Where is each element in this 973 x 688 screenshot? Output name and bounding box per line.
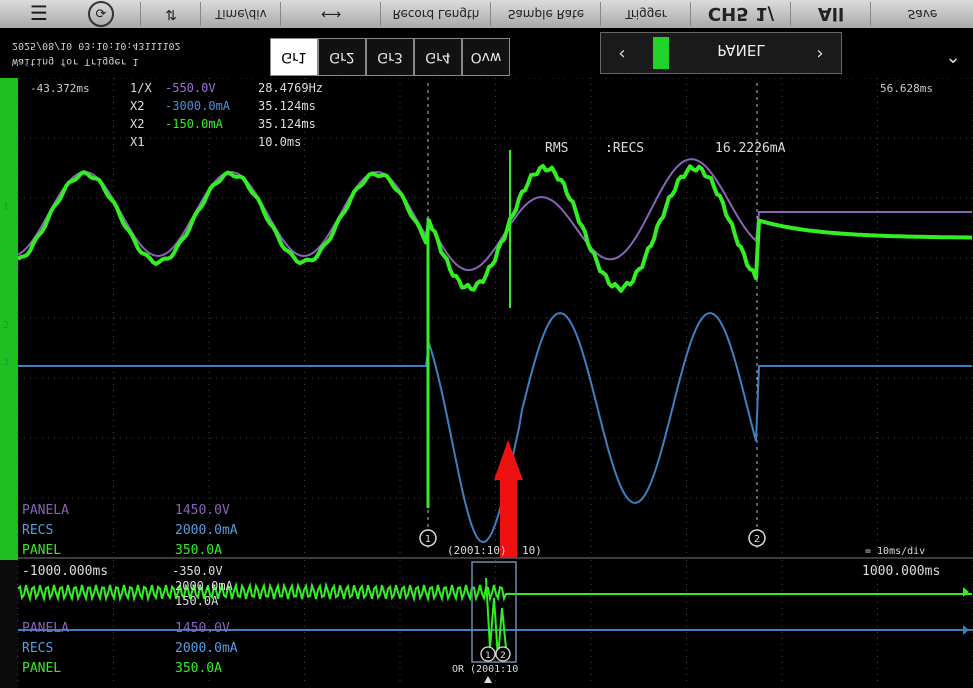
svg-text:1450.0V: 1450.0V — [175, 503, 230, 518]
prev-panel-button[interactable]: ‹ — [605, 37, 639, 69]
zoom-suffix-label: 10) — [522, 544, 542, 557]
time-div-readout: = 10ms/div — [865, 546, 925, 557]
svg-text:350.0A: 350.0A — [175, 543, 222, 558]
svg-text:PANEL: PANEL — [22, 661, 61, 676]
svg-text:350.0A: 350.0A — [175, 661, 222, 676]
svg-text:PANELA: PANELA — [22, 503, 69, 518]
panel-selector: ‹ PANEL › — [600, 32, 842, 74]
marker-label-recs: :RECS — [605, 141, 644, 156]
blue-waveform — [18, 312, 972, 544]
cursor-marker-b[interactable]: 2 — [748, 529, 766, 547]
overview-end-marker-blue — [963, 625, 969, 635]
svg-text:2: 2 — [500, 651, 506, 661]
time-left-label: -43.372ms — [30, 82, 90, 95]
all-button[interactable]: All — [790, 2, 871, 26]
channel-marker-3: 3 — [3, 357, 9, 368]
channel-marker-2: 2 — [3, 320, 9, 331]
cursor-readout: 1/X -550.0V 28.4769Hz X2 -3000.0mA 35.12… — [130, 81, 323, 149]
svg-text:PANELA: PANELA — [22, 621, 69, 636]
marker-label-rms: RMS — [545, 141, 568, 156]
channel-side-bar — [0, 78, 18, 560]
readout-label-4: X1 — [130, 135, 144, 149]
svg-text:2000.0mA: 2000.0mA — [175, 523, 238, 538]
cursor-marker-a[interactable]: 1 — [419, 529, 437, 547]
overview-scale-top: -350.0V — [172, 564, 223, 578]
overview-side-bar — [0, 560, 18, 688]
svg-text:1: 1 — [425, 534, 431, 545]
channel-button[interactable]: CH5 1/ — [690, 2, 791, 26]
readout-value-4: 10.0ms — [258, 135, 301, 149]
marker-label-value: 16.2226mA — [715, 141, 786, 156]
readout-label-3: X2 — [130, 117, 144, 131]
overview-mini-labels: 2000.0mA 150.0A — [175, 579, 234, 608]
svg-text:PANEL: PANEL — [22, 543, 61, 558]
zoom-ratio-label: (2001:10) — [447, 544, 507, 557]
overview-time-left: -1000.000ms — [22, 564, 108, 579]
overview-zoom-label: OR (2001:10 — [452, 664, 518, 675]
overview-position-marker[interactable] — [484, 676, 492, 683]
panel-label: PANEL — [717, 41, 765, 59]
overview-cursor-b[interactable]: 2 — [495, 646, 511, 662]
readout-label-2: X2 — [130, 99, 144, 113]
tab-group-4[interactable]: Gr4 — [414, 38, 462, 76]
readout-value-2: -3000.0mA — [165, 99, 231, 113]
history-icon[interactable]: ⟳ — [88, 1, 114, 27]
tab-group-2[interactable]: Gr2 — [318, 38, 366, 76]
svg-text:1450.0V: 1450.0V — [175, 621, 230, 636]
panel-color-indicator — [653, 37, 669, 69]
svg-text:2000.0mA: 2000.0mA — [175, 641, 238, 656]
svg-text:1: 1 — [485, 651, 491, 661]
channel-marker-1: 1 — [3, 202, 9, 213]
overview-cursor-a[interactable]: 1 — [480, 646, 496, 662]
double-arrow-icon[interactable]: ⟷ — [280, 2, 381, 26]
waveform-display[interactable]: 1 2 3 -43.372ms 56.628ms 1/X -550.0V 28.… — [0, 78, 973, 688]
tab-overview[interactable]: Ovw — [462, 38, 510, 76]
svg-text:150.0A: 150.0A — [175, 594, 219, 608]
main-grid — [17, 78, 973, 559]
tab-group-3[interactable]: Gr3 — [366, 38, 414, 76]
time-div-button[interactable]: Time/div — [200, 2, 281, 26]
svg-text:2: 2 — [754, 534, 760, 545]
trigger-button[interactable]: Trigger — [600, 2, 691, 26]
save-button[interactable]: Save — [870, 2, 973, 26]
readout-extra-1: 28.4769Hz — [258, 81, 323, 95]
datetime-text: 2025/08/10 03:10:10:43111102 — [12, 40, 181, 51]
marker-readout: RMS :RECS 16.2226mA — [545, 141, 786, 156]
readout-label-1: 1/X — [130, 81, 152, 95]
readout-extra-3: 35.124ms — [258, 117, 316, 131]
record-length-button[interactable]: Record Length — [380, 2, 491, 26]
svg-text:RECS: RECS — [22, 523, 53, 538]
menu-icon[interactable]: ☰ — [26, 1, 52, 25]
next-panel-button[interactable]: › — [803, 37, 837, 69]
toolbar: ☰ ⟳ ⇵ Time/div ⟷ Record Length Sample Ra… — [0, 0, 973, 29]
sample-rate-button[interactable]: Sample Rate — [490, 2, 601, 26]
chevron-down-icon[interactable]: ⌄ — [940, 44, 966, 70]
readout-value-3: -150.0mA — [165, 117, 224, 131]
overview-time-right: 1000.000ms — [862, 564, 940, 579]
svg-text:RECS: RECS — [22, 641, 53, 656]
readout-value-1: -550.0V — [165, 81, 216, 95]
tab-group-1[interactable]: Gr1 — [270, 38, 318, 76]
overview-end-marker-green — [963, 587, 969, 597]
arrows-icon[interactable]: ⇵ — [140, 2, 201, 26]
time-right-label: 56.628ms — [880, 82, 933, 95]
svg-text:2000.0mA: 2000.0mA — [175, 579, 234, 593]
trigger-status: Waiting for Trigger 1 — [12, 56, 139, 67]
main-scale-labels: PANELA 1450.0V RECS 2000.0mA PANEL 350.0… — [22, 503, 238, 558]
red-arrow-annotation — [494, 440, 523, 558]
readout-extra-2: 35.124ms — [258, 99, 316, 113]
